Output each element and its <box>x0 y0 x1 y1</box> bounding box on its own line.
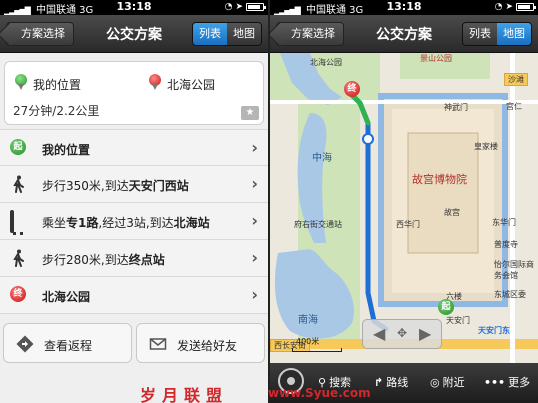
route-icon: ↱ <box>374 376 384 389</box>
map-label-gugong-small: 故宫 <box>444 208 460 217</box>
map-label-shenwumen: 神武门 <box>444 103 468 112</box>
view-segmented-control: 列表 地图 <box>192 22 262 46</box>
map-view[interactable]: 北海公园 景山公园 沙滩 神武门 宫仁 中海 皇家楼 故宫博物院 故宫 府右街交… <box>270 53 538 363</box>
map-scale: 400米 <box>272 336 342 352</box>
back-button[interactable]: 方案选择 <box>6 22 74 46</box>
map-label-xihuamen: 西华门 <box>396 220 420 229</box>
step-text: 北海公园 <box>42 290 91 304</box>
chevron-right-icon: › <box>251 285 258 304</box>
action-buttons: 查看返程 发送给好友 <box>0 323 268 365</box>
search-icon: ⚲ <box>318 376 327 389</box>
route-summary-card: 我的位置 北海公园 27分钟/2.2公里 ★ <box>4 61 264 125</box>
route-step-navigator: ◀ ✥ ▶ <box>362 319 442 349</box>
map-label-gugong: 故宫博物院 <box>412 173 467 186</box>
route-steps-list: 起 我的位置 › 步行350米,到达天安门西站 › 乘坐专1路,经过3站,到达北… <box>0 129 268 314</box>
map-toolbar: ⚲ 搜索 ↱ 路线 ◎ 附近 ••• 更多 <box>270 363 538 403</box>
walk-icon <box>10 249 28 267</box>
battery-icon <box>246 3 266 11</box>
lock-rotation-icon: ◔ <box>494 2 503 12</box>
destination-label: 北海公园 <box>167 78 216 92</box>
status-bar: ▂▃▅▆█ 中国联通 3G 13:18 ◔ ➤ <box>270 0 538 16</box>
map-label-putong: 普度寺 <box>494 240 518 249</box>
chevron-right-icon: › <box>251 211 258 230</box>
compass-icon: ✥ <box>397 326 408 340</box>
map-label-tiananmen-west: 天安门 <box>446 316 470 325</box>
tab-list[interactable]: 列表 <box>193 23 227 45</box>
end-badge-icon: 终 <box>10 286 26 302</box>
map-label-jingshan: 景山公园 <box>420 54 452 63</box>
map-label-zhonghai: 中海 <box>312 153 332 164</box>
step-row-origin[interactable]: 起 我的位置 › <box>0 129 268 166</box>
step-row-destination[interactable]: 终 北海公园 › <box>0 277 268 314</box>
step-row-walk-2[interactable]: 步行280米,到达终点站 › <box>0 240 268 277</box>
walk-icon <box>10 175 28 193</box>
map-label-beihai: 北海公园 <box>310 58 342 67</box>
map-label-gongren: 宫仁 <box>506 102 522 111</box>
return-route-icon <box>16 335 34 353</box>
more-dots-icon: ••• <box>484 376 506 389</box>
route-duration-distance: 27分钟/2.2公里 <box>13 104 100 118</box>
nav-bar: 方案选择 公交方案 列表 地图 <box>270 15 538 53</box>
chevron-right-icon: › <box>251 138 258 157</box>
map-label-fuyou: 府右街交通站 <box>294 220 342 229</box>
end-badge-icon: 终 <box>344 81 360 97</box>
route-list-panel: ▂▃▅▆█ 中国联通 3G 13:18 ◔ ➤ 方案选择 公交方案 列表 地图 … <box>0 0 268 403</box>
map-label-yihe: 怡尔国际商务会馆 <box>494 260 534 280</box>
tab-map[interactable]: 地图 <box>497 23 531 45</box>
view-segmented-control: 列表 地图 <box>462 22 532 46</box>
location-arrow-icon: ➤ <box>235 2 243 12</box>
bus-icon <box>10 210 14 233</box>
lock-rotation-icon: ◔ <box>224 2 233 12</box>
map-label-donghuamen: 东华门 <box>492 218 516 227</box>
next-step-arrow-icon[interactable]: ▶ <box>419 324 431 343</box>
toolbar-more-button[interactable]: ••• 更多 <box>484 374 530 390</box>
tab-list[interactable]: 列表 <box>463 23 497 45</box>
map-label-huangjia: 皇家楼 <box>474 142 498 151</box>
origin-label: 我的位置 <box>33 78 82 92</box>
map-label-dongcheng: 东城区委 <box>494 290 526 299</box>
favorite-star-icon[interactable]: ★ <box>241 106 259 120</box>
nearby-icon: ◎ <box>430 376 440 389</box>
map-label-tiananmen-east: 天安门东 <box>478 326 510 335</box>
back-button[interactable]: 方案选择 <box>276 22 344 46</box>
origin-pin-icon <box>15 74 27 90</box>
send-to-friend-button[interactable]: 发送给好友 <box>136 323 265 363</box>
locate-me-button[interactable] <box>278 368 304 394</box>
toolbar-nearby-button[interactable]: ◎ 附近 <box>430 374 465 390</box>
step-row-walk-1[interactable]: 步行350米,到达天安门西站 › <box>0 166 268 203</box>
start-badge-icon: 起 <box>438 299 454 315</box>
tab-map[interactable]: 地图 <box>227 23 261 45</box>
start-badge-icon: 起 <box>10 139 26 155</box>
battery-icon <box>516 3 536 11</box>
map-label-nanhai: 南海 <box>298 315 318 326</box>
prev-step-arrow-icon[interactable]: ◀ <box>373 324 385 343</box>
step-text: 我的位置 <box>42 143 91 157</box>
route-map-panel: ▂▃▅▆█ 中国联通 3G 13:18 ◔ ➤ 方案选择 公交方案 列表 地图 <box>270 0 538 403</box>
toolbar-route-button[interactable]: ↱ 路线 <box>374 374 408 390</box>
destination-pin-icon <box>149 74 161 90</box>
view-return-button[interactable]: 查看返程 <box>3 323 132 363</box>
envelope-icon <box>149 335 167 353</box>
chevron-right-icon: › <box>251 174 258 193</box>
chevron-right-icon: › <box>251 248 258 267</box>
status-bar: ▂▃▅▆█ 中国联通 3G 13:18 ◔ ➤ <box>0 0 268 16</box>
toolbar-search-button[interactable]: ⚲ 搜索 <box>318 374 351 390</box>
nav-bar: 方案选择 公交方案 列表 地图 <box>0 15 268 53</box>
map-label-shatan: 沙滩 <box>504 73 528 86</box>
step-row-bus[interactable]: 乘坐专1路,经过3站,到达北海站 › <box>0 203 268 240</box>
location-arrow-icon: ➤ <box>505 2 513 12</box>
